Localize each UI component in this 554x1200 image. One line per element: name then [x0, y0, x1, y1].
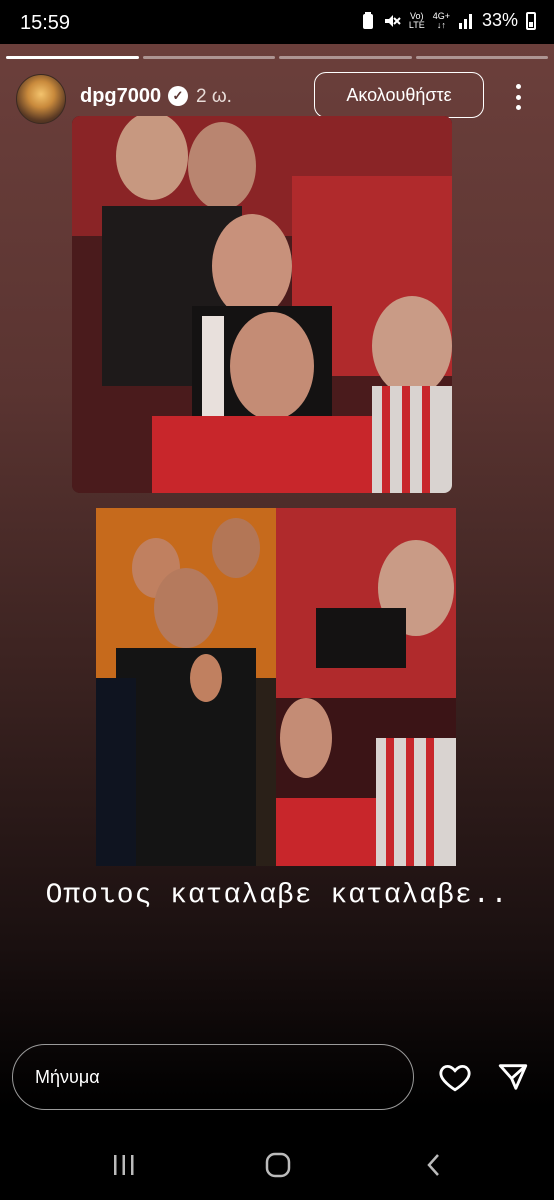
story-caption: Οποιος καταλαβε καταλαβε..	[45, 880, 509, 911]
fan-image	[96, 508, 276, 866]
story-photo-right	[276, 508, 456, 866]
progress-segment	[279, 56, 412, 59]
signal-icon	[458, 13, 472, 29]
status-time: 15:59	[20, 12, 71, 34]
recent-apps-icon[interactable]	[104, 1148, 144, 1182]
progress-segment	[142, 56, 275, 59]
mute-icon	[384, 14, 401, 27]
battery-percent: 33%	[481, 10, 518, 30]
status-icons: Vo) LTE 4G+ ↓↑ 33%	[361, 10, 536, 31]
follow-button[interactable]: Ακολουθήστε	[314, 72, 484, 118]
progress-segment	[415, 56, 548, 59]
story-progress	[6, 56, 548, 59]
progress-segment	[6, 56, 139, 59]
verified-badge-icon: ✓	[168, 86, 188, 106]
story-photo-top	[72, 116, 452, 493]
battery-saver-icon	[362, 11, 373, 29]
avatar[interactable]	[16, 74, 66, 124]
crowd-closeup-image	[276, 508, 456, 866]
send-icon[interactable]	[496, 1060, 530, 1094]
username[interactable]: dpg7000	[80, 85, 161, 108]
time-ago: 2 ω.	[196, 86, 232, 107]
battery-icon	[526, 11, 536, 30]
back-icon[interactable]	[414, 1148, 454, 1182]
network-4g-indicator: 4G+ ↓↑	[432, 10, 450, 30]
crowd-image	[72, 116, 452, 493]
home-icon[interactable]	[258, 1148, 298, 1182]
status-bar: 15:59 Vo) LTE 4G+ ↓↑ 33%	[0, 0, 554, 44]
reply-message-input[interactable]	[12, 1044, 414, 1110]
more-options-icon[interactable]	[510, 84, 526, 110]
heart-icon[interactable]	[438, 1060, 472, 1094]
volte-indicator: Vo) LTE	[408, 10, 425, 30]
story-photo-left	[96, 508, 276, 866]
